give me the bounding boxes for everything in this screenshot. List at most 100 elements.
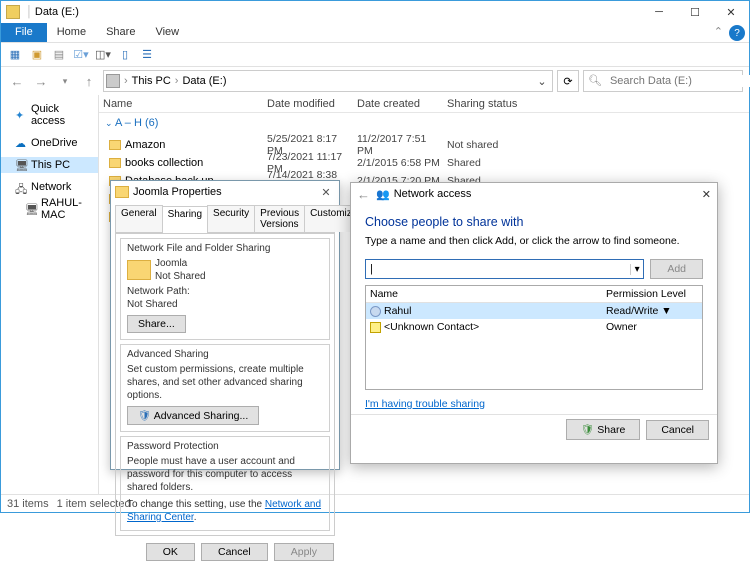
col-permission[interactable]: Permission Level bbox=[602, 288, 702, 300]
advanced-sharing-label: Advanced Sharing... bbox=[154, 410, 249, 422]
up-button[interactable]: ↑ bbox=[79, 71, 99, 91]
qb-list-icon[interactable]: ☰ bbox=[137, 45, 157, 65]
tab-general[interactable]: General bbox=[115, 205, 163, 232]
name-dropdown-icon[interactable]: ▾ bbox=[630, 264, 643, 275]
share-button[interactable]: Share... bbox=[127, 315, 186, 333]
file-name: Amazon bbox=[125, 139, 165, 151]
back-button[interactable]: ← bbox=[7, 71, 27, 91]
sidebar-item-network[interactable]: 🖧 Network bbox=[1, 179, 98, 195]
col-created[interactable]: Date created bbox=[353, 98, 443, 110]
properties-title: Joomla Properties bbox=[133, 186, 222, 198]
network-file-sharing-group: Network File and Folder Sharing Joomla N… bbox=[120, 238, 330, 340]
sharing-status: Not shared bbox=[443, 139, 543, 151]
network-subtext: Type a name and then click Add, or click… bbox=[365, 235, 703, 247]
apply-button[interactable]: Apply bbox=[274, 543, 334, 561]
permission-row[interactable]: RahulRead/Write ▼ bbox=[366, 303, 702, 319]
folder-name: Joomla bbox=[155, 257, 206, 270]
forward-button[interactable]: → bbox=[31, 71, 51, 91]
advanced-sharing-button[interactable]: 🛡 Advanced Sharing... bbox=[127, 406, 259, 425]
computer-icon: 🖥 bbox=[25, 203, 37, 215]
breadcrumb-thispc[interactable]: This PC bbox=[130, 75, 173, 87]
qb-new-icon[interactable]: ▤ bbox=[49, 45, 69, 65]
cloud-icon: ☁ bbox=[15, 137, 27, 149]
col-name[interactable]: Name bbox=[99, 98, 263, 110]
sidebar-item-onedrive[interactable]: ☁OneDrive bbox=[1, 135, 98, 151]
search-input[interactable] bbox=[606, 75, 750, 87]
date-created: 2/1/2015 6:58 PM bbox=[353, 157, 443, 169]
col-status[interactable]: Sharing status bbox=[443, 98, 543, 110]
name-input[interactable] bbox=[366, 263, 630, 275]
ribbon-share[interactable]: Share bbox=[96, 23, 145, 42]
tab-previous-versions[interactable]: Previous Versions bbox=[254, 205, 305, 232]
shield-icon: 🛡 bbox=[138, 410, 151, 422]
col-modified[interactable]: Date modified bbox=[263, 98, 353, 110]
ribbon-home[interactable]: Home bbox=[47, 23, 96, 42]
network-icon: 🖧 bbox=[15, 181, 27, 193]
breadcrumb-drive[interactable]: Data (E:) bbox=[180, 75, 228, 87]
password-text: People must have a user account and pass… bbox=[127, 455, 323, 494]
qb-properties-icon[interactable]: ▦ bbox=[5, 45, 25, 65]
qb-details-icon[interactable]: ▯ bbox=[115, 45, 135, 65]
date-created: 11/2/2017 7:51 PM bbox=[353, 133, 443, 157]
sidebar-item-quick-access[interactable]: ✦Quick access bbox=[1, 101, 98, 129]
qb-open-icon[interactable]: ▣ bbox=[27, 45, 47, 65]
file-name: books collection bbox=[125, 157, 203, 169]
sidebar-item-this-pc[interactable]: 🖥This PC bbox=[1, 157, 98, 173]
add-button[interactable]: Add bbox=[650, 259, 703, 279]
titlebar: │ Data (E:) ─ ☐ ✕ bbox=[1, 1, 749, 23]
qb-layout-icon[interactable]: ◫▾ bbox=[93, 45, 113, 65]
sidebar-label: This PC bbox=[31, 159, 70, 171]
cancel-button[interactable]: Cancel bbox=[646, 420, 709, 440]
search-box[interactable]: 🔍︎ bbox=[583, 70, 743, 92]
maximize-button[interactable]: ☐ bbox=[677, 1, 713, 23]
properties-titlebar: Joomla Properties ✕ bbox=[111, 181, 339, 203]
share-state: Not Shared bbox=[155, 270, 206, 283]
network-dialog-titlebar: ← 👥 Network access ✕ bbox=[351, 183, 717, 205]
folder-icon bbox=[115, 186, 129, 198]
trouble-link[interactable]: I'm having trouble sharing bbox=[365, 398, 485, 410]
properties-close-button[interactable]: ✕ bbox=[317, 186, 335, 199]
breadcrumb[interactable]: › This PC › Data (E:) ⌄ bbox=[103, 70, 553, 92]
qb-select-icon[interactable]: ☑︎▾ bbox=[71, 45, 91, 65]
permission-row[interactable]: <Unknown Contact>Owner bbox=[366, 319, 702, 335]
network-close-button[interactable]: ✕ bbox=[702, 188, 711, 201]
ribbon: File Home Share View ⌃ ? bbox=[1, 23, 749, 43]
col-name[interactable]: Name bbox=[366, 288, 602, 300]
name-input-wrapper[interactable]: ▾ bbox=[365, 259, 644, 279]
column-headers[interactable]: Name Date modified Date created Sharing … bbox=[99, 95, 749, 113]
drive-icon bbox=[6, 5, 20, 19]
refresh-button[interactable]: ⟳ bbox=[557, 70, 579, 92]
status-bar: 31 items 1 item selected bbox=[1, 494, 749, 513]
ribbon-file[interactable]: File bbox=[1, 23, 47, 42]
close-button[interactable]: ✕ bbox=[713, 1, 749, 23]
breadcrumb-dropdown-icon[interactable]: ⌄ bbox=[534, 75, 550, 88]
group-label: Advanced Sharing bbox=[127, 349, 323, 360]
ribbon-view[interactable]: View bbox=[145, 23, 189, 42]
group-label: Network File and Folder Sharing bbox=[127, 243, 323, 254]
sidebar-label: RAHUL-MAC bbox=[41, 197, 96, 221]
breadcrumb-pc-icon bbox=[106, 74, 120, 88]
tab-sharing[interactable]: Sharing bbox=[162, 206, 208, 233]
perm-level[interactable]: Owner bbox=[602, 321, 702, 333]
folder-icon bbox=[109, 158, 121, 168]
recent-dropdown-icon[interactable]: ▾ bbox=[55, 71, 75, 91]
file-row[interactable]: Amazon5/25/2021 8:17 PM11/2/2017 7:51 PM… bbox=[99, 133, 749, 151]
share-button[interactable]: 🛡Share bbox=[566, 419, 640, 440]
help-icon[interactable]: ? bbox=[729, 25, 745, 41]
perm-level[interactable]: Read/Write ▼ bbox=[602, 305, 702, 317]
network-footer: 🛡Share Cancel bbox=[351, 414, 717, 444]
status-items: 31 items bbox=[7, 498, 49, 510]
tab-security[interactable]: Security bbox=[207, 205, 255, 232]
ribbon-chevron-icon[interactable]: ⌃ bbox=[708, 23, 729, 42]
back-button[interactable]: ← bbox=[357, 187, 370, 202]
minimize-button[interactable]: ─ bbox=[641, 1, 677, 23]
network-path-label: Network Path: bbox=[127, 285, 323, 298]
ok-button[interactable]: OK bbox=[146, 543, 195, 561]
cancel-button[interactable]: Cancel bbox=[201, 543, 268, 561]
chevron-right-icon: › bbox=[173, 75, 181, 87]
permission-table: Name Permission Level RahulRead/Write ▼<… bbox=[365, 285, 703, 390]
sidebar-item-rahul-mac[interactable]: 🖥 RAHUL-MAC bbox=[1, 195, 98, 223]
share-label: Share bbox=[597, 424, 625, 436]
group-header[interactable]: ⌄ A – H (6) bbox=[99, 113, 749, 133]
sidebar-label: Network bbox=[31, 181, 71, 193]
